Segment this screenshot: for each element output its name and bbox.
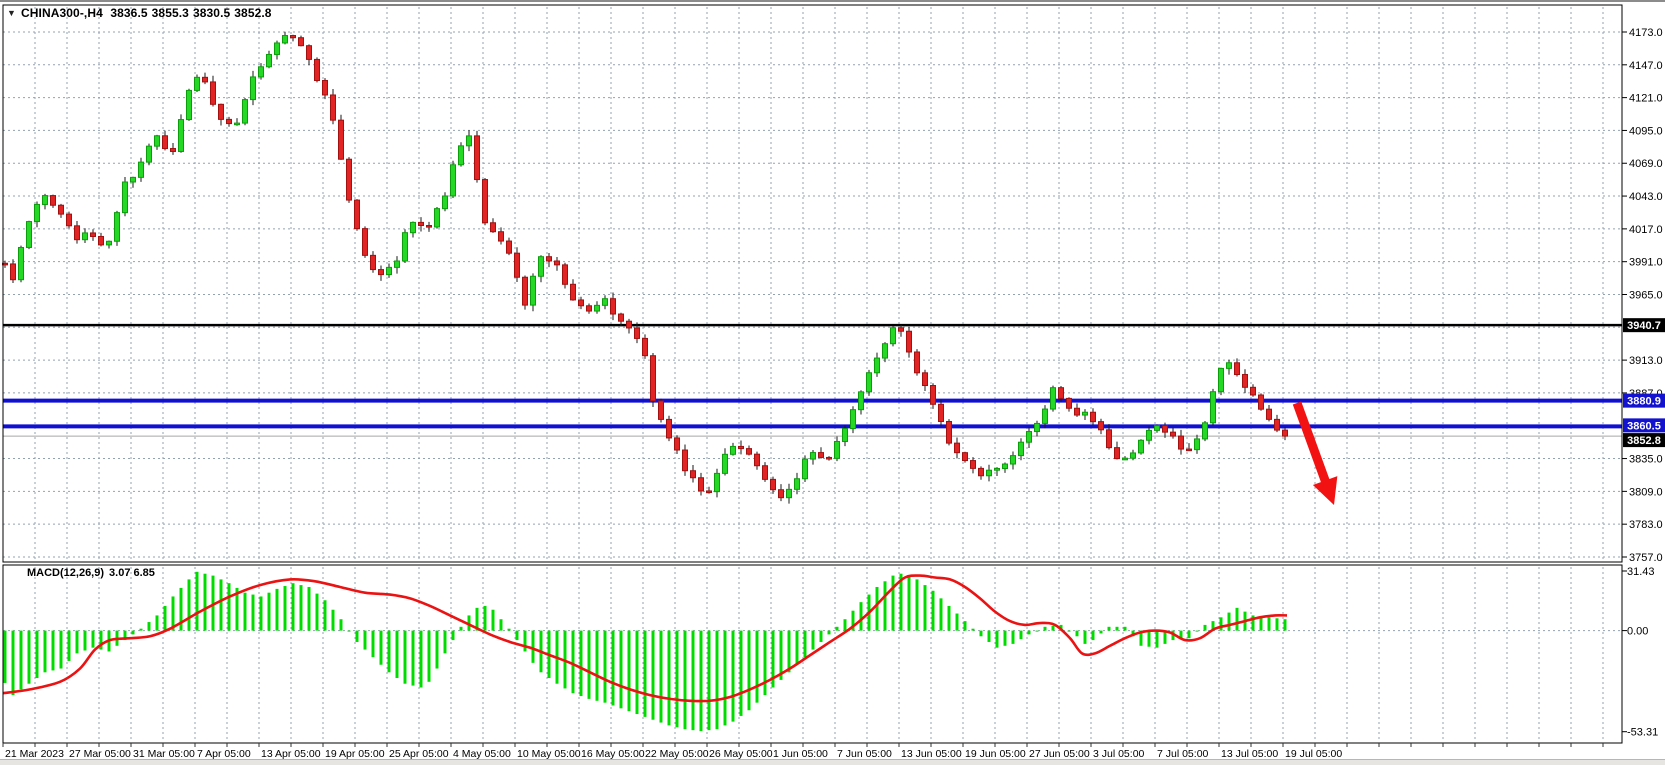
symbol-ohlc-header: ▼ CHINA300-,H4 3836.5 3855.3 3830.5 3852.8	[7, 6, 276, 20]
symbol-title: CHINA300-,H4	[21, 6, 103, 20]
window-bottom-edge	[0, 759, 1665, 765]
price-axis-label: 3991.0	[1629, 257, 1663, 269]
macd-indicator-label: MACD(12,26,9) 3.07 6.85	[27, 567, 160, 579]
price-axis-label: 4043.0	[1629, 191, 1663, 203]
price-axis-label: 4069.0	[1629, 158, 1663, 170]
macd-current-values: 3.07 6.85	[109, 567, 155, 579]
price-level-badge: 3880.9	[1623, 394, 1665, 408]
price-level-badge: 3940.7	[1623, 318, 1665, 332]
ohlc-low: 3830.5	[193, 6, 230, 20]
price-axis-label: 3913.0	[1629, 355, 1663, 367]
price-axis-label: 3757.0	[1629, 552, 1663, 564]
price-axis-label: 4017.0	[1629, 224, 1663, 236]
price-axis-label: 3835.0	[1629, 454, 1663, 466]
price-level-badge: 3860.5	[1623, 418, 1665, 432]
price-axis-label: 4095.0	[1629, 125, 1663, 137]
ohlc-high: 3855.3	[152, 6, 189, 20]
symbol-dropdown-icon[interactable]: ▼	[7, 8, 16, 18]
macd-name: MACD(12,26,9)	[27, 567, 104, 579]
macd-axis-label: -53.31	[1627, 727, 1658, 739]
price-axis-label: 4147.0	[1629, 60, 1663, 72]
macd-axis-label: 0.00	[1627, 626, 1648, 638]
svg-text:3940.7: 3940.7	[1627, 320, 1661, 332]
price-axis-label: 4173.0	[1629, 27, 1663, 39]
price-axis-label: 3809.0	[1629, 486, 1663, 498]
macd-axis-label: 31.43	[1627, 566, 1655, 578]
svg-text:3852.8: 3852.8	[1627, 435, 1661, 447]
price-axis-label: 3965.0	[1629, 289, 1663, 301]
price-axis-label: 4121.0	[1629, 93, 1663, 105]
svg-text:3880.9: 3880.9	[1627, 396, 1661, 408]
price-axis-label: 3783.0	[1629, 519, 1663, 531]
price-level-badge: 3852.8	[1623, 433, 1665, 447]
svg-text:3860.5: 3860.5	[1627, 420, 1661, 432]
ohlc-open: 3836.5	[110, 6, 147, 20]
chart-canvas[interactable]: 4173.0 4147.0 4121.0 4095.0 4069.0 4043.0 4017…	[0, 2, 1665, 765]
ohlc-close: 3852.8	[234, 6, 271, 20]
trading-chart-window: 4173.0 4147.0 4121.0 4095.0 4069.0 4043.0 4017…	[0, 0, 1665, 765]
